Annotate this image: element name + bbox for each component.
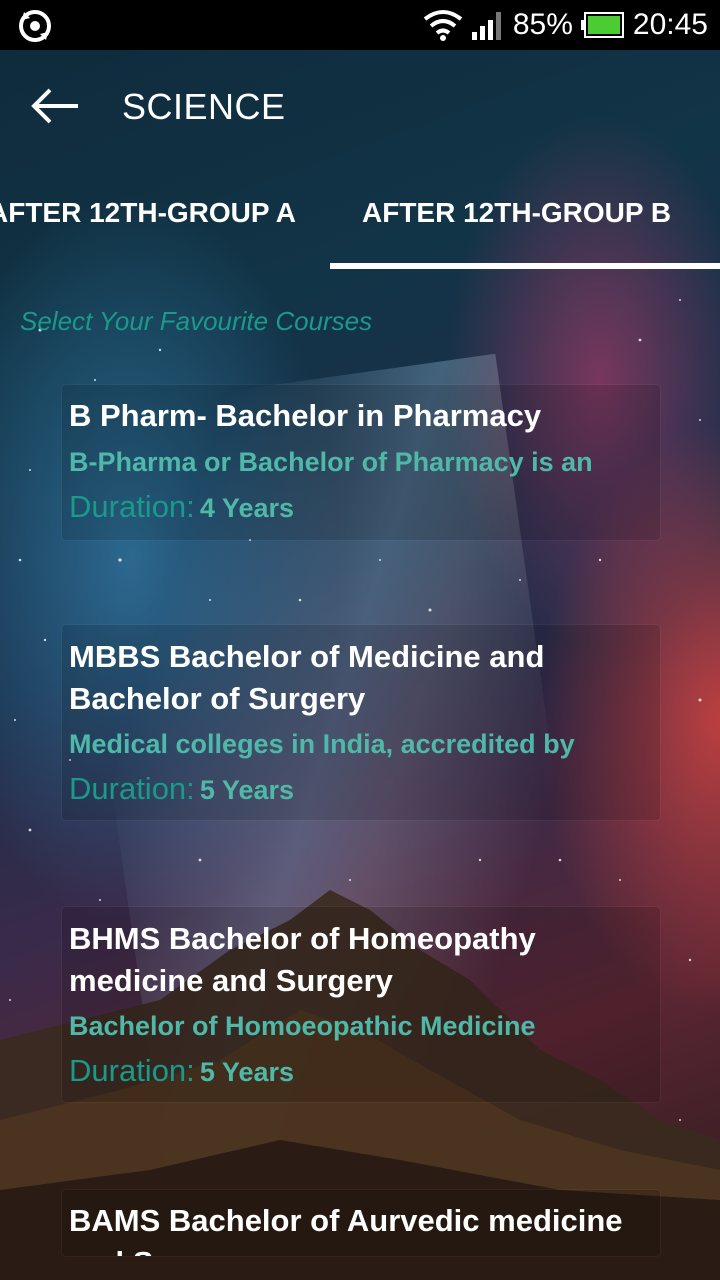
duration-value: 5 Years (199, 1057, 294, 1087)
course-card[interactable]: MBBS Bachelor of Medicine and Bachelor o… (62, 625, 660, 820)
status-right: 85% 20:45 (423, 0, 708, 50)
course-description: Bachelor of Homoeopathic Medicine (69, 1011, 536, 1041)
course-title: MBBS Bachelor of Medicine and Bachelor o… (69, 639, 545, 716)
sync-icon (19, 10, 51, 42)
course-duration: Duration: 4 Years (69, 489, 294, 525)
tab-group-b[interactable]: AFTER 12TH-GROUP B (362, 197, 671, 229)
tab-indicator (330, 263, 720, 269)
wifi-icon (423, 10, 463, 41)
toolbar: SCIENCE (0, 50, 720, 165)
battery-icon (580, 12, 624, 38)
course-card[interactable]: B Pharm- Bachelor in Pharmacy B-Pharma o… (62, 385, 660, 540)
course-card[interactable]: BAMS Bachelor of Aurvedic medicine and S… (62, 1190, 660, 1256)
course-description: B-Pharma or Bachelor of Pharmacy is an (69, 447, 593, 477)
duration-label: Duration: (69, 489, 195, 524)
signal-icon (471, 12, 501, 40)
screen: 85% 20:45 SCIENCE AFTER 12TH-GROUP A AFT… (0, 0, 720, 1280)
battery-percentage: 85% (512, 8, 573, 41)
duration-label: Duration: (69, 1053, 195, 1088)
course-description: Medical colleges in India, accredited by (69, 729, 575, 759)
status-bar: 85% 20:45 (0, 0, 720, 50)
clock: 20:45 (632, 8, 708, 41)
back-arrow-icon[interactable] (30, 86, 82, 126)
course-card[interactable]: BHMS Bachelor of Homeopathy medicine and… (62, 907, 660, 1102)
course-title: BAMS Bachelor of Aurvedic medicine and S… (69, 1203, 623, 1256)
course-title: BHMS Bachelor of Homeopathy medicine and… (69, 921, 536, 998)
duration-label: Duration: (69, 771, 195, 806)
course-duration: Duration: 5 Years (69, 771, 294, 807)
tab-bar: AFTER 12TH-GROUP A AFTER 12TH-GROUP B (0, 165, 720, 270)
course-duration: Duration: 5 Years (69, 1053, 294, 1089)
course-title: B Pharm- Bachelor in Pharmacy (69, 398, 542, 433)
page-title: SCIENCE (122, 86, 286, 127)
duration-value: 4 Years (199, 493, 294, 523)
section-heading: Select Your Favourite Courses (20, 306, 373, 336)
tab-group-a[interactable]: AFTER 12TH-GROUP A (0, 197, 296, 229)
duration-value: 5 Years (199, 775, 294, 805)
